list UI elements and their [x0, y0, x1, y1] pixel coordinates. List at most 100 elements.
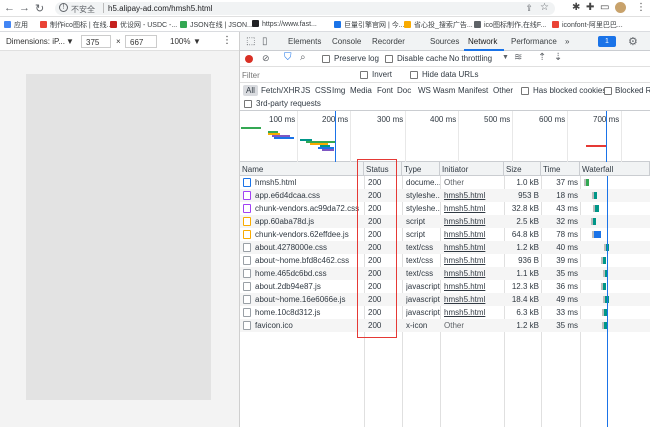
reload-icon[interactable]: ↻ [35, 2, 44, 15]
request-initiator[interactable]: hmsh5.html [444, 243, 502, 252]
clear-icon[interactable]: ⊘ [262, 53, 270, 64]
table-row[interactable]: home.10c8d312.js 200 javascript hmsh5.html 6… [240, 306, 650, 319]
record-icon[interactable] [245, 55, 253, 63]
width-input[interactable]: 375 [81, 35, 111, 48]
filter-icon[interactable]: ⛉ [284, 52, 292, 63]
menu-icon[interactable]: ⋮ [636, 2, 646, 13]
request-initiator[interactable]: hmsh5.html [444, 230, 502, 239]
url-text[interactable]: h5.alipay-ad.com/hmsh5.html [108, 4, 213, 13]
throttling-select[interactable]: No throttling [449, 54, 492, 63]
download-icon[interactable]: ⇣ [554, 52, 562, 63]
forward-icon[interactable]: → [19, 2, 30, 14]
search-icon[interactable]: ⌕ [300, 52, 306, 63]
table-row[interactable]: app.60aba78d.js 200 script hmsh5.html 2.5 kB… [240, 215, 650, 228]
request-initiator[interactable]: hmsh5.html [444, 191, 502, 200]
type-filter-js[interactable]: JS [301, 86, 310, 95]
bookmark-item[interactable]: 优设网 - USDC -... [110, 20, 177, 30]
blocked-requests-checkbox[interactable] [604, 87, 612, 95]
hide-data-urls-checkbox[interactable] [410, 71, 418, 79]
extension-icon[interactable]: ✱ [572, 2, 580, 13]
type-filter-media[interactable]: Media [350, 86, 372, 95]
table-row[interactable]: favicon.ico 200 x-icon Other 1.2 kB 35 ms [240, 319, 650, 332]
type-filter-other[interactable]: Other [493, 86, 513, 95]
third-party-checkbox[interactable] [244, 100, 252, 108]
bookmark-item[interactable]: 省心投_搜索广告... [404, 20, 473, 30]
bookmark-item[interactable]: https://www.fast... [252, 20, 317, 28]
bookmark-item[interactable]: ico图标制作,在线F... [474, 20, 546, 30]
inspect-icon[interactable]: ⬚ [246, 36, 255, 47]
tab-sources[interactable]: Sources [430, 37, 459, 46]
type-filter-doc[interactable]: Doc [397, 86, 411, 95]
type-filter-wasm[interactable]: Wasm [433, 86, 455, 95]
bookmark-item[interactable]: 巨量引擎官网 | 今... [334, 20, 405, 30]
request-name[interactable]: chunk-vendors.ac99da72.css [255, 204, 363, 213]
height-input[interactable]: 667 [125, 35, 157, 48]
share-icon[interactable]: ⇪ [525, 3, 533, 14]
address-bar[interactable]: ! 不安全 h5.alipay-ad.com/hmsh5.html ⇪ ☆ [55, 2, 555, 15]
request-name[interactable]: home.465dc6bd.css [255, 269, 363, 278]
tab-recorder[interactable]: Recorder [372, 37, 405, 46]
request-initiator[interactable]: hmsh5.html [444, 295, 502, 304]
request-initiator[interactable]: hmsh5.html [444, 308, 502, 317]
more-icon[interactable]: ⋮ [222, 35, 232, 46]
request-name[interactable]: favicon.ico [255, 321, 363, 330]
wifi-icon[interactable]: ≋ [514, 52, 522, 63]
column-header-type[interactable]: Type [402, 162, 440, 176]
type-filter-fetchxhr[interactable]: Fetch/XHR [261, 86, 300, 95]
chevron-down-icon[interactable]: ▼ [66, 37, 74, 46]
table-row[interactable]: about~home.bfd8c462.css 200 text/css hmsh5.… [240, 254, 650, 267]
table-row[interactable]: chunk-vendors.ac99da72.css 200 styleshe...… [240, 202, 650, 215]
request-name[interactable]: home.10c8d312.js [255, 308, 363, 317]
request-name[interactable]: about.4278000e.css [255, 243, 363, 252]
type-filter-ws[interactable]: WS [418, 86, 431, 95]
issues-badge[interactable]: 1 [598, 36, 616, 47]
zoom-select[interactable]: 100% [170, 37, 190, 46]
back-icon[interactable]: ← [4, 2, 15, 14]
request-initiator[interactable]: hmsh5.html [444, 204, 502, 213]
table-row[interactable]: about.2db94e87.js 200 javascript hmsh5.html… [240, 280, 650, 293]
tab-network[interactable]: Network [468, 37, 497, 46]
type-filter-font[interactable]: Font [377, 86, 393, 95]
request-name[interactable]: hmsh5.html [255, 178, 363, 187]
avatar[interactable] [615, 2, 626, 13]
type-filter-manifest[interactable]: Manifest [458, 86, 488, 95]
star-icon[interactable]: ☆ [540, 2, 549, 13]
chevron-down-icon[interactable]: ▼ [502, 54, 509, 61]
request-initiator[interactable]: hmsh5.html [444, 217, 502, 226]
more-tabs[interactable]: » [565, 37, 569, 46]
column-header-waterfall[interactable]: Waterfall [580, 162, 650, 176]
tab-performance[interactable]: Performance [511, 37, 557, 46]
disable-cache-checkbox[interactable] [385, 55, 393, 63]
bookmark-item[interactable]: JSON在线 | JSON... [180, 20, 253, 30]
invert-checkbox[interactable] [360, 71, 368, 79]
tab-console[interactable]: Console [332, 37, 361, 46]
dimensions-select[interactable]: Dimensions: iP... [6, 37, 65, 46]
upload-icon[interactable]: ⇡ [538, 52, 546, 63]
preserve-log-checkbox[interactable] [322, 55, 330, 63]
bookmark-item[interactable]: iconfont-阿里巴巴... [552, 20, 623, 30]
has-blocked-cookies-checkbox[interactable] [521, 87, 529, 95]
request-initiator[interactable]: hmsh5.html [444, 256, 502, 265]
type-filter-img[interactable]: Img [332, 86, 345, 95]
request-name[interactable]: app.e6d4dcaa.css [255, 191, 363, 200]
puzzle-icon[interactable]: ✚ [586, 2, 594, 13]
request-name[interactable]: chunk-vendors.62effdee.js [255, 230, 363, 239]
request-initiator[interactable]: hmsh5.html [444, 269, 502, 278]
table-row[interactable]: hmsh5.html 200 docume... Other 1.0 kB 37 ms [240, 176, 650, 189]
table-row[interactable]: chunk-vendors.62effdee.js 200 script hmsh5.… [240, 228, 650, 241]
table-row[interactable]: app.e6d4dcaa.css 200 styleshe... hmsh5.html… [240, 189, 650, 202]
type-filter-all[interactable]: All [243, 85, 258, 96]
table-row[interactable]: about~home.16e6066e.js 200 javascript hmsh5… [240, 293, 650, 306]
request-initiator[interactable]: hmsh5.html [444, 282, 502, 291]
gear-icon[interactable]: ⚙ [628, 35, 638, 48]
request-name[interactable]: app.60aba78d.js [255, 217, 363, 226]
column-header-size[interactable]: Size [504, 162, 541, 176]
device-toggle-icon[interactable]: ▯ [262, 36, 268, 47]
device-screen[interactable] [26, 74, 211, 400]
sidepanel-icon[interactable]: ▭ [600, 2, 609, 13]
column-header-time[interactable]: Time [541, 162, 580, 176]
table-row[interactable]: home.465dc6bd.css 200 text/css hmsh5.html 1.… [240, 267, 650, 280]
timeline-overview[interactable]: 100 ms 200 ms 300 ms 400 ms 500 ms 600 ms 700 … [240, 111, 650, 162]
column-header-initiator[interactable]: Initiator [440, 162, 504, 176]
bookmark-item[interactable]: 制作ico图标 | 在线... [40, 20, 113, 30]
